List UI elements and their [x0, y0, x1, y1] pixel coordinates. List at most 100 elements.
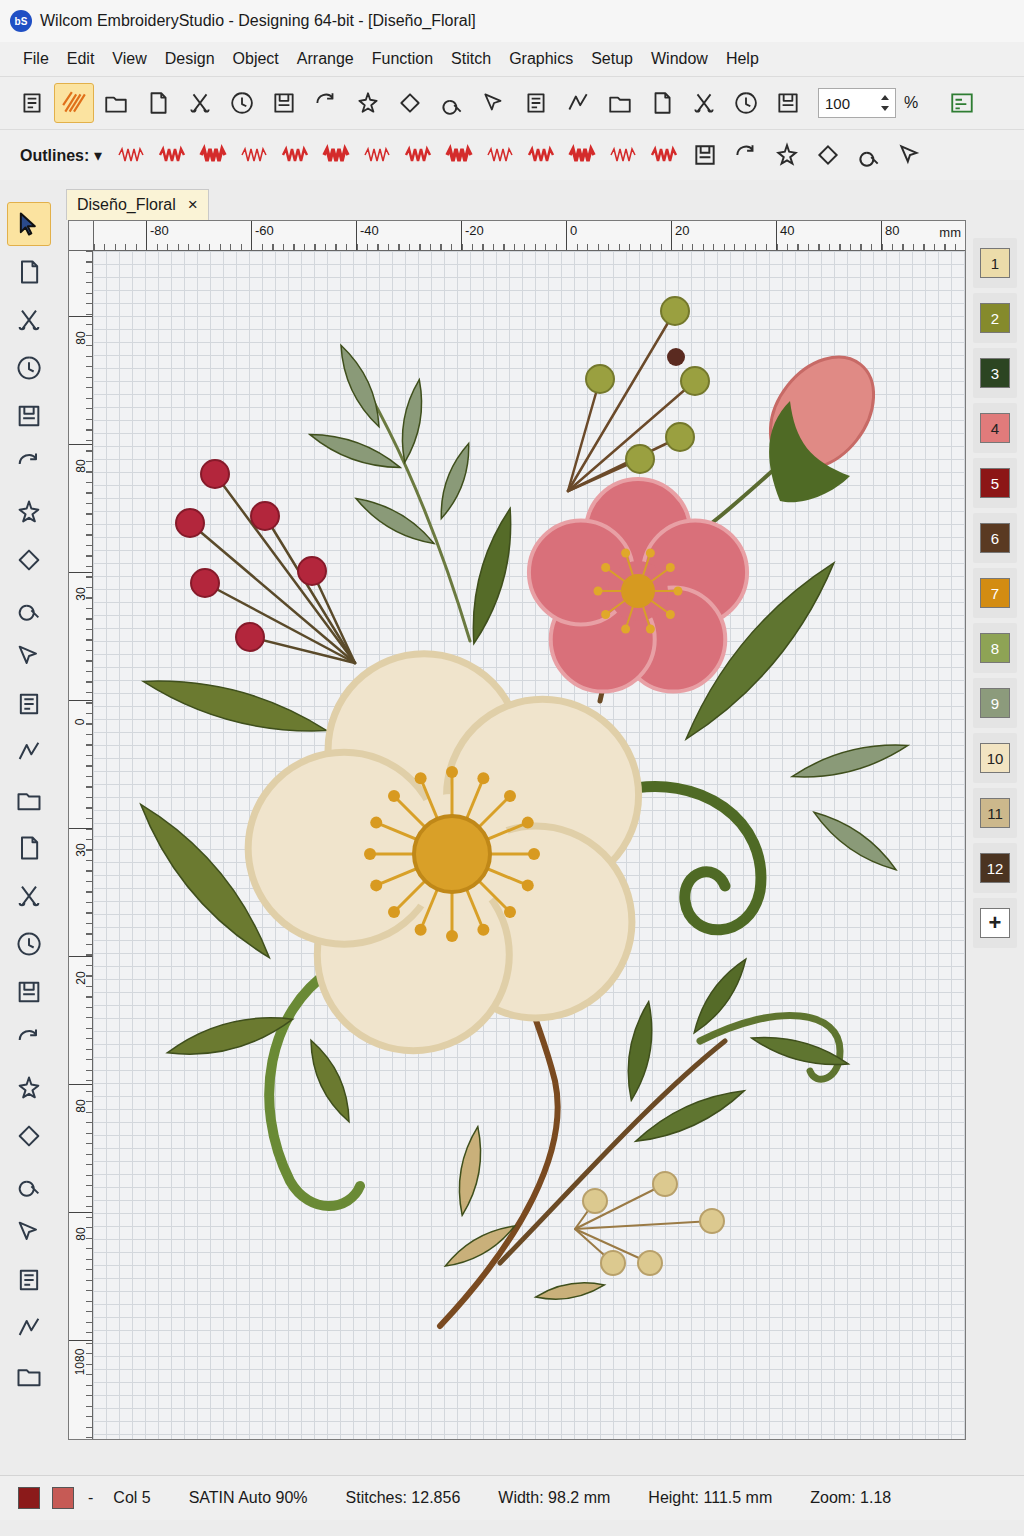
toolbar-button[interactable]: [642, 83, 682, 123]
stitch-button[interactable]: [194, 135, 233, 175]
toolbar-button[interactable]: [432, 83, 472, 123]
tool-button[interactable]: [7, 586, 51, 630]
stitch-button[interactable]: [317, 135, 356, 175]
tool-button[interactable]: [7, 1162, 51, 1206]
toolbar-button[interactable]: [516, 83, 556, 123]
toolbar-button[interactable]: [12, 83, 52, 123]
tool-button[interactable]: [7, 1018, 51, 1062]
stitch-button[interactable]: [235, 135, 274, 175]
stitch-button[interactable]: [686, 135, 725, 175]
current-color-swatch[interactable]: [52, 1487, 74, 1509]
tool-button[interactable]: [7, 442, 51, 486]
design-grid[interactable]: [93, 251, 966, 1440]
close-tab-button[interactable]: ×: [188, 195, 198, 215]
tool-button[interactable]: [7, 298, 51, 342]
tool-button[interactable]: [7, 1258, 51, 1302]
toolbar-button[interactable]: [138, 83, 178, 123]
menu-item[interactable]: Graphics: [500, 46, 582, 72]
toolbar-button[interactable]: [726, 83, 766, 123]
tool-button[interactable]: [7, 826, 51, 870]
palette-color[interactable]: 7: [973, 568, 1017, 618]
tool-button[interactable]: [7, 1306, 51, 1350]
stitch-button[interactable]: [522, 135, 561, 175]
tool-button[interactable]: [7, 1066, 51, 1110]
color-swatch[interactable]: 12: [980, 853, 1010, 883]
menu-item[interactable]: View: [103, 46, 155, 72]
toolbar-button[interactable]: [180, 83, 220, 123]
toolbar-button[interactable]: [600, 83, 640, 123]
stitch-button[interactable]: [727, 135, 766, 175]
toolbar-button[interactable]: [684, 83, 724, 123]
color-swatch[interactable]: 9: [980, 688, 1010, 718]
palette-color[interactable]: 2: [973, 293, 1017, 343]
tool-button[interactable]: [7, 778, 51, 822]
menu-item[interactable]: Window: [642, 46, 717, 72]
tool-button[interactable]: [7, 874, 51, 918]
stitch-button[interactable]: [153, 135, 192, 175]
color-swatch[interactable]: 1: [980, 248, 1010, 278]
color-swatch[interactable]: 8: [980, 633, 1010, 663]
toolbar-button[interactable]: [54, 83, 94, 123]
tab-label[interactable]: Diseño_Floral: [77, 196, 176, 214]
stitch-button[interactable]: [850, 135, 889, 175]
toolbar-button[interactable]: [768, 83, 808, 123]
toolbar-button[interactable]: [222, 83, 262, 123]
tool-button[interactable]: [7, 346, 51, 390]
toolbar-button[interactable]: [348, 83, 388, 123]
zoom-field[interactable]: 100: [818, 88, 896, 118]
palette-color[interactable]: 8: [973, 623, 1017, 673]
palette-color[interactable]: 3: [973, 348, 1017, 398]
toolbar-button[interactable]: [942, 83, 982, 123]
color-swatch[interactable]: 3: [980, 358, 1010, 388]
palette-color[interactable]: 10: [973, 733, 1017, 783]
tool-button[interactable]: [7, 682, 51, 726]
color-swatch[interactable]: 2: [980, 303, 1010, 333]
tool-button[interactable]: [7, 922, 51, 966]
stitch-button[interactable]: [891, 135, 930, 175]
tool-button[interactable]: [7, 394, 51, 438]
menu-item[interactable]: Arrange: [288, 46, 363, 72]
stitch-button[interactable]: [399, 135, 438, 175]
toolbar-button[interactable]: [558, 83, 598, 123]
spinner-icon[interactable]: [880, 92, 890, 114]
menu-item[interactable]: File: [14, 46, 58, 72]
tool-button[interactable]: [7, 538, 51, 582]
menu-item[interactable]: Object: [224, 46, 288, 72]
stitch-button[interactable]: [112, 135, 151, 175]
stitch-button[interactable]: [358, 135, 397, 175]
current-color-swatch[interactable]: [18, 1487, 40, 1509]
toolbar-button[interactable]: [96, 83, 136, 123]
document-tab[interactable]: Diseño_Floral ×: [66, 189, 209, 220]
color-swatch[interactable]: 5: [980, 468, 1010, 498]
color-swatch[interactable]: 7: [980, 578, 1010, 608]
stitch-button[interactable]: [604, 135, 643, 175]
stitch-button[interactable]: [809, 135, 848, 175]
palette-color[interactable]: 5: [973, 458, 1017, 508]
tool-button[interactable]: [7, 634, 51, 678]
color-swatch[interactable]: 6: [980, 523, 1010, 553]
add-color-button[interactable]: +: [973, 898, 1017, 948]
stitch-button[interactable]: [645, 135, 684, 175]
color-swatch[interactable]: 4: [980, 413, 1010, 443]
tool-button[interactable]: [7, 250, 51, 294]
stitch-button[interactable]: [276, 135, 315, 175]
stitch-button[interactable]: [768, 135, 807, 175]
menu-item[interactable]: Stitch: [442, 46, 500, 72]
stitch-button[interactable]: [440, 135, 479, 175]
tool-button[interactable]: [7, 730, 51, 774]
tool-button[interactable]: [7, 202, 51, 246]
toolbar-button[interactable]: [306, 83, 346, 123]
floral-embroidery-design[interactable]: [93, 251, 966, 1440]
toolbar-button[interactable]: [390, 83, 430, 123]
tool-button[interactable]: [7, 490, 51, 534]
menu-item[interactable]: Function: [363, 46, 442, 72]
tool-button[interactable]: [7, 1210, 51, 1254]
palette-color[interactable]: 1: [973, 238, 1017, 288]
menu-item[interactable]: Edit: [58, 46, 104, 72]
toolbar-button[interactable]: [474, 83, 514, 123]
color-swatch[interactable]: 11: [980, 798, 1010, 828]
stitch-button[interactable]: [563, 135, 602, 175]
palette-color[interactable]: 6: [973, 513, 1017, 563]
tool-button[interactable]: [7, 970, 51, 1014]
menu-item[interactable]: Design: [156, 46, 224, 72]
